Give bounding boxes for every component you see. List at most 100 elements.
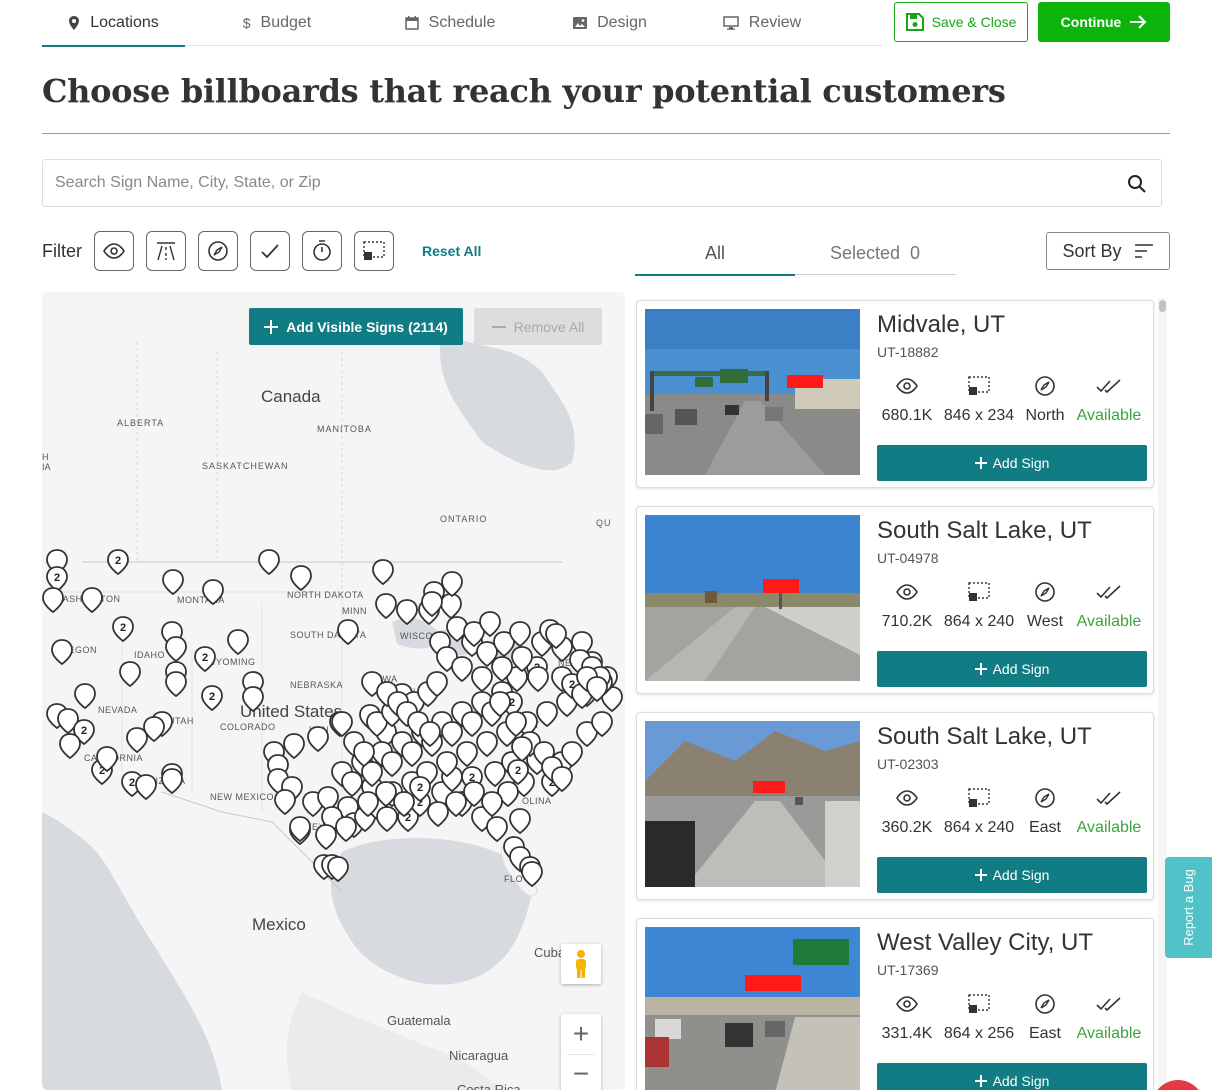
save-close-button[interactable]: Save & Close [894, 2, 1028, 42]
map-marker[interactable] [202, 579, 224, 606]
map-marker[interactable] [162, 569, 184, 596]
map-marker[interactable] [42, 587, 64, 614]
search-icon[interactable] [1127, 174, 1147, 194]
size-value: 864 x 240 [943, 819, 1015, 836]
map-marker[interactable] [375, 593, 397, 620]
map-marker[interactable] [242, 686, 264, 713]
map-marker[interactable] [307, 726, 329, 753]
list-scrollbar[interactable] [1158, 298, 1167, 1090]
map-marker[interactable] [283, 733, 305, 760]
stat-impressions: 331.4K [871, 991, 943, 1043]
map-marker[interactable] [376, 806, 398, 833]
map-cluster-marker[interactable]: 2 [201, 685, 223, 712]
add-sign-button[interactable]: Add Sign [877, 445, 1147, 481]
map-marker[interactable] [165, 671, 187, 698]
map-cluster-marker[interactable]: 2 [46, 566, 68, 593]
step-budget[interactable]: $ Budget [227, 0, 327, 46]
filter-road-button[interactable] [146, 231, 186, 271]
tab-selected[interactable]: Selected 0 [795, 231, 955, 275]
remove-all-button[interactable]: Remove All [474, 308, 602, 345]
map-marker[interactable] [471, 666, 493, 693]
map-marker[interactable] [509, 808, 531, 835]
add-sign-button[interactable]: Add Sign [877, 1063, 1147, 1090]
map-marker[interactable] [126, 727, 148, 754]
tab-all[interactable]: All [635, 231, 795, 276]
cluster-count: 2 [515, 765, 521, 777]
compass-icon [1035, 788, 1055, 808]
sort-by-button[interactable]: Sort By [1046, 232, 1170, 270]
map-marker[interactable] [119, 661, 141, 688]
map-marker[interactable] [521, 861, 543, 888]
map-marker[interactable] [527, 666, 549, 693]
compass-icon [1035, 376, 1055, 396]
map-marker[interactable] [59, 733, 81, 760]
map-marker[interactable] [396, 599, 418, 626]
map-marker[interactable] [227, 629, 249, 656]
filter-availability-button[interactable] [250, 231, 290, 271]
map-marker[interactable] [456, 741, 478, 768]
add-sign-button[interactable]: Add Sign [877, 857, 1147, 893]
map-marker[interactable] [427, 801, 449, 828]
billboard-map[interactable]: Canada ALBERTA MANITOBA SASKATCHEWAN ONT… [42, 292, 625, 1090]
list-scrollbar-thumb[interactable] [1159, 300, 1166, 312]
map-marker[interactable] [372, 559, 394, 586]
map-marker[interactable] [341, 771, 363, 798]
stat-direction: East [1009, 991, 1081, 1043]
map-marker[interactable] [461, 711, 483, 738]
add-sign-button[interactable]: Add Sign [877, 651, 1147, 687]
map-marker[interactable] [401, 741, 423, 768]
zoom-in-button[interactable]: + [561, 1014, 601, 1054]
map-marker[interactable] [161, 768, 183, 795]
tab-all-label: All [704, 242, 725, 263]
map-marker[interactable] [290, 565, 312, 592]
map-marker[interactable] [51, 639, 73, 666]
search-input[interactable] [43, 160, 1103, 206]
map-marker[interactable] [74, 683, 96, 710]
map-marker[interactable] [536, 701, 558, 728]
map-cluster-marker[interactable]: 2 [107, 549, 129, 576]
map-marker[interactable] [441, 571, 463, 598]
step-locations[interactable]: Locations [42, 0, 185, 47]
filter-direction-button[interactable] [198, 231, 238, 271]
map-marker[interactable] [451, 656, 473, 683]
map-marker[interactable] [274, 789, 296, 816]
billboard-card[interactable]: West Valley City, UT UT-17369 331.4K 864… [636, 918, 1154, 1090]
map-marker[interactable] [337, 619, 359, 646]
street-view-pegman[interactable] [561, 944, 601, 984]
step-schedule[interactable]: Schedule [390, 0, 510, 46]
map-marker[interactable] [258, 549, 280, 576]
add-visible-signs-button[interactable]: Add Visible Signs (2114) [249, 308, 463, 345]
billboard-card[interactable]: Midvale, UT UT-18882 680.1K 846 x 234 No… [636, 300, 1154, 488]
map-cluster-marker[interactable]: 2 [112, 616, 134, 643]
map-marker[interactable] [81, 587, 103, 614]
map-cluster-marker[interactable]: 2 [194, 646, 216, 673]
map-marker[interactable] [476, 731, 498, 758]
billboard-card[interactable]: South Salt Lake, UT UT-02303 360.2K 864 … [636, 712, 1154, 900]
availability-value: Available [1076, 407, 1142, 424]
map-marker[interactable] [440, 593, 462, 620]
map-markers[interactable]: 22222222222222222 [42, 292, 625, 1090]
filter-impressions-button[interactable] [94, 231, 134, 271]
continue-button[interactable]: Continue [1038, 2, 1170, 42]
step-design[interactable]: Design [560, 0, 660, 46]
map-marker[interactable] [315, 824, 337, 851]
availability-value: Available [1076, 1025, 1142, 1042]
map-marker[interactable] [135, 774, 157, 801]
impressions-value: 360.2K [881, 819, 933, 836]
cluster-count: 2 [202, 652, 208, 664]
page-title: Choose billboards that reach your potent… [42, 72, 1006, 110]
step-label: Locations [90, 14, 159, 31]
reset-all-link[interactable]: Reset All [422, 243, 481, 259]
zoom-out-button[interactable]: − [561, 1054, 601, 1090]
map-marker[interactable] [165, 636, 187, 663]
map-marker[interactable] [335, 816, 357, 843]
report-bug-tab[interactable]: Report a Bug [1165, 857, 1212, 958]
step-review[interactable]: Review [707, 0, 817, 46]
filter-size-button[interactable] [354, 231, 394, 271]
billboard-city: West Valley City, UT [877, 929, 1094, 956]
filter-duration-button[interactable] [302, 231, 342, 271]
billboard-card[interactable]: South Salt Lake, UT UT-04978 710.2K 864 … [636, 506, 1154, 694]
map-marker[interactable] [381, 751, 403, 778]
map-marker[interactable] [441, 721, 463, 748]
map-marker[interactable] [486, 816, 508, 843]
